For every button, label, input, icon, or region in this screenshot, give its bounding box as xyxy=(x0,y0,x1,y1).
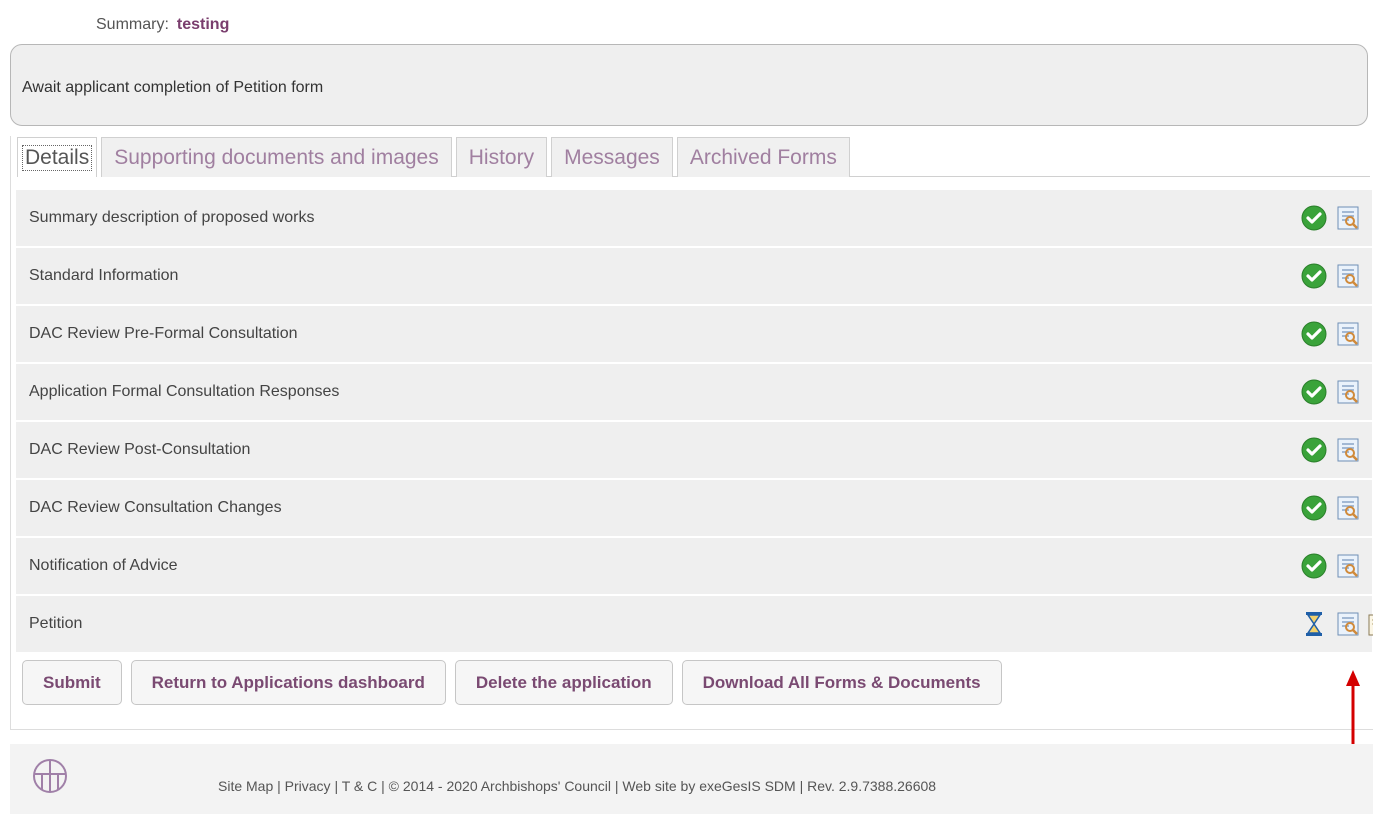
form-row-actions xyxy=(1222,190,1372,246)
form-row-label: Notification of Advice xyxy=(29,557,178,574)
complete-check-icon xyxy=(1300,262,1328,290)
summary-line: Summary: testing xyxy=(96,16,229,34)
complete-check-icon xyxy=(1300,320,1328,348)
complete-check-icon xyxy=(1300,552,1328,580)
footer: Site Map | Privacy | T & C | © 2014 - 20… xyxy=(10,744,1373,814)
summary-label: Summary: xyxy=(96,16,169,33)
form-row: DAC Review Post-Consultation xyxy=(16,422,1372,478)
tab-history[interactable]: History xyxy=(455,137,548,177)
complete-check-icon xyxy=(1300,378,1328,406)
form-row: Standard Information xyxy=(16,248,1372,304)
form-row: DAC Review Consultation Changes xyxy=(16,480,1372,536)
summary-value: testing xyxy=(176,16,230,33)
form-row-actions xyxy=(1222,306,1372,362)
complete-check-icon xyxy=(1300,494,1328,522)
form-row-label: Petition xyxy=(29,615,83,632)
view-form-icon[interactable] xyxy=(1334,204,1362,232)
view-form-icon[interactable] xyxy=(1334,262,1362,290)
view-form-icon[interactable] xyxy=(1334,552,1362,580)
view-form-icon[interactable] xyxy=(1334,378,1362,406)
download-all-button[interactable]: Download All Forms & Documents xyxy=(681,660,1002,705)
return-dashboard-button[interactable]: Return to Applications dashboard xyxy=(130,660,446,705)
form-row: Summary description of proposed works xyxy=(16,190,1372,246)
action-buttons: Submit Return to Applications dashboard … xyxy=(22,660,1002,705)
footer-links[interactable]: Site Map | Privacy | T & C | © 2014 - 20… xyxy=(218,778,936,794)
form-row-label: Application Formal Consultation Response… xyxy=(29,383,340,400)
form-row-actions xyxy=(1222,480,1372,536)
form-row-label: DAC Review Pre-Formal Consultation xyxy=(29,325,298,342)
tab-supporting-documents[interactable]: Supporting documents and images xyxy=(101,137,452,177)
form-row-label: DAC Review Consultation Changes xyxy=(29,499,282,516)
form-row-actions xyxy=(1222,538,1372,594)
form-row: DAC Review Pre-Formal Consultation xyxy=(16,306,1372,362)
form-row-label: DAC Review Post-Consultation xyxy=(29,441,251,458)
status-message: Await applicant completion of Petition f… xyxy=(22,79,324,96)
tab-messages[interactable]: Messages xyxy=(551,137,673,177)
tab-archived-forms[interactable]: Archived Forms xyxy=(676,137,850,177)
form-row-actions xyxy=(1222,422,1372,478)
form-row-label: Summary description of proposed works xyxy=(29,209,315,226)
view-form-icon[interactable] xyxy=(1334,610,1362,638)
view-form-icon[interactable] xyxy=(1334,494,1362,522)
form-row: Notification of Advice xyxy=(16,538,1372,594)
submit-button[interactable]: Submit xyxy=(22,660,122,705)
forms-list: Summary description of proposed works Sta… xyxy=(16,190,1373,654)
tab-bar: Details Supporting documents and images … xyxy=(17,137,850,177)
form-row-actions xyxy=(1222,364,1372,420)
form-row: Application Formal Consultation Response… xyxy=(16,364,1372,420)
church-logo-icon xyxy=(33,759,67,793)
delete-application-button[interactable]: Delete the application xyxy=(454,660,673,705)
complete-check-icon xyxy=(1300,204,1328,232)
form-row: Petition xyxy=(16,596,1373,652)
complete-check-icon xyxy=(1300,436,1328,464)
hourglass-icon xyxy=(1300,610,1328,638)
tab-details[interactable]: Details xyxy=(17,137,98,177)
form-row-label: Standard Information xyxy=(29,267,179,284)
view-form-icon[interactable] xyxy=(1334,320,1362,348)
edit-form-icon[interactable] xyxy=(1366,610,1373,638)
view-form-icon[interactable] xyxy=(1334,436,1362,464)
form-row-actions xyxy=(1222,248,1372,304)
status-box: Await applicant completion of Petition f… xyxy=(10,44,1368,126)
form-row-actions xyxy=(1222,596,1373,652)
